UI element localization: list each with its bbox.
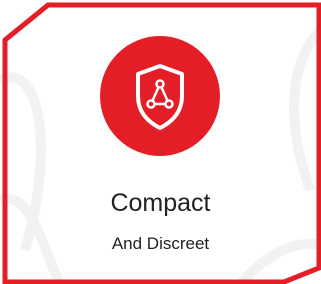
shield-network-icon (100, 36, 220, 156)
feature-card: Compact And Discreet (0, 0, 321, 284)
icon-badge-circle (100, 36, 220, 156)
card-subtitle: And Discreet (111, 234, 210, 253)
card-title: Compact (110, 189, 211, 217)
